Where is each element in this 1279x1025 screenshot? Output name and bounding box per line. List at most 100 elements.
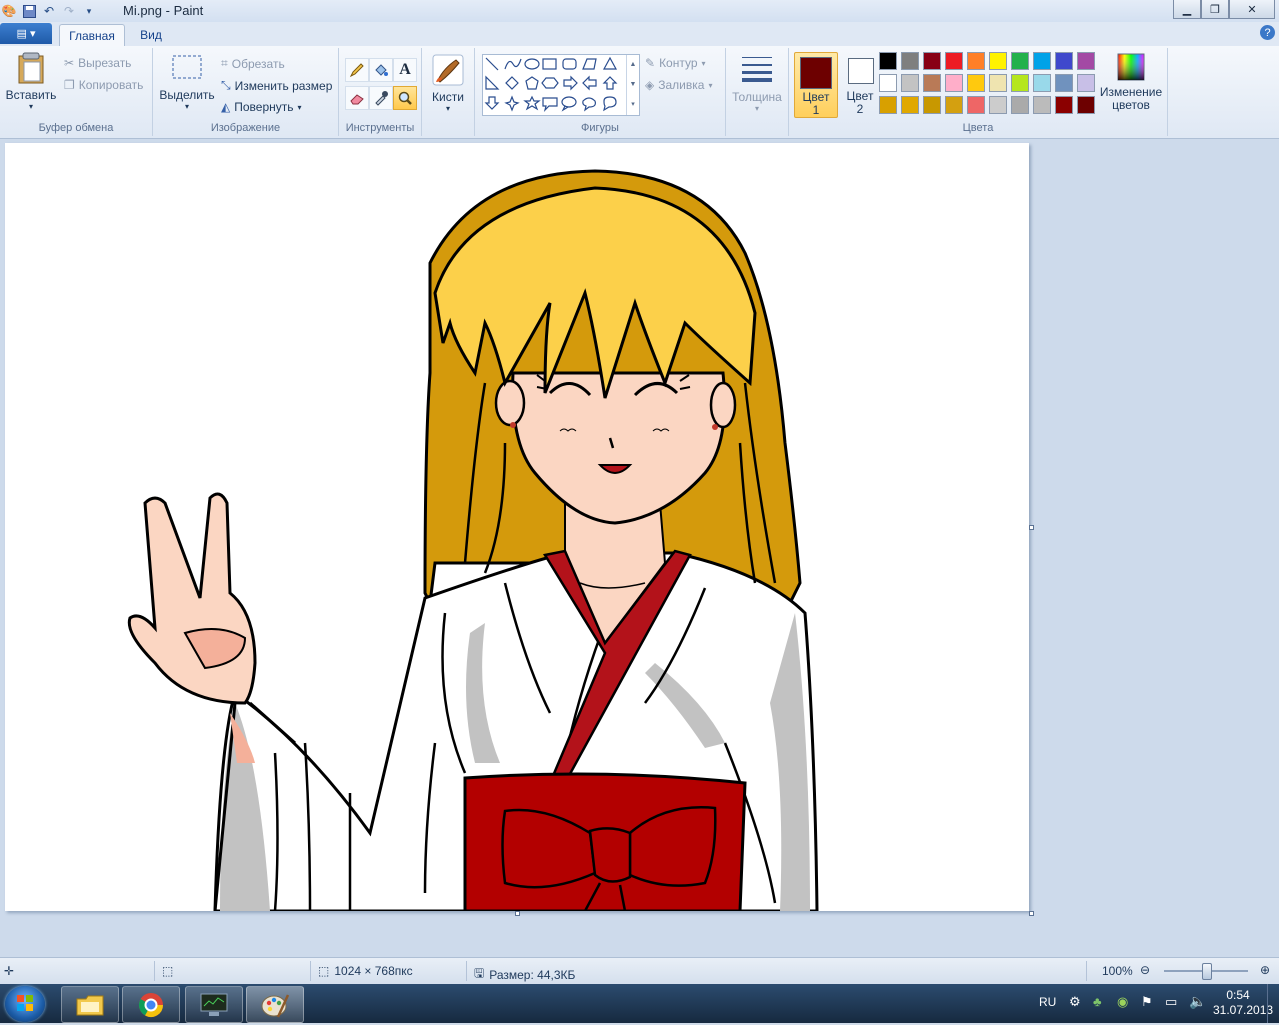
fill-button[interactable]: ◈ Заливка ▾ <box>645 78 712 92</box>
file-menu-button[interactable]: ▤ ▾ <box>0 23 52 44</box>
select-button[interactable]: Выделить ▾ <box>159 52 215 111</box>
palette-swatch[interactable] <box>879 96 897 114</box>
palette-swatch[interactable] <box>923 96 941 114</box>
palette-swatch[interactable] <box>901 74 919 92</box>
palette-swatch[interactable] <box>967 96 985 114</box>
palette-swatch[interactable] <box>1077 52 1095 70</box>
palette-swatch[interactable] <box>945 52 963 70</box>
resize-handle-corner[interactable] <box>1029 911 1034 916</box>
eraser-icon[interactable] <box>345 86 369 110</box>
drawing-canvas[interactable] <box>5 143 1029 911</box>
taskbar-explorer[interactable] <box>61 986 119 1023</box>
fill-icon: ◈ <box>645 78 655 92</box>
text-tool-icon[interactable]: A <box>393 58 417 82</box>
resize-icon: ⤡ <box>221 78 231 92</box>
paste-button[interactable]: Вставить ▾ <box>4 52 58 111</box>
taskbar-monitor[interactable] <box>185 986 243 1023</box>
palette-swatch[interactable] <box>989 74 1007 92</box>
cut-button[interactable]: ✂ Вырезать <box>64 56 131 70</box>
fill-bucket-icon[interactable] <box>369 58 393 82</box>
zoom-out-button[interactable]: ⊖ <box>1140 963 1150 977</box>
tab-home[interactable]: Главная <box>59 24 125 47</box>
palette-swatch[interactable] <box>1055 96 1073 114</box>
zoom-slider-thumb[interactable] <box>1202 963 1212 980</box>
zoom-in-button[interactable]: ⊕ <box>1260 963 1270 977</box>
brushes-button[interactable]: Кисти ▾ <box>428 54 468 113</box>
pencil-icon[interactable] <box>345 58 369 82</box>
palette-swatch[interactable] <box>945 74 963 92</box>
palette-swatch[interactable] <box>945 96 963 114</box>
tools-group: A Инструменты <box>339 48 422 136</box>
paste-dropdown-icon: ▾ <box>28 102 33 111</box>
palette-swatch[interactable] <box>967 52 985 70</box>
color-spectrum-icon <box>1117 53 1145 81</box>
rotate-label: Повернуть <box>234 100 294 114</box>
color-picker-icon[interactable] <box>369 86 393 110</box>
save-icon[interactable] <box>20 2 38 20</box>
palette-swatch[interactable] <box>923 52 941 70</box>
palette-swatch[interactable] <box>901 96 919 114</box>
minimize-button[interactable]: ▁ <box>1173 0 1201 19</box>
resize-handle-bottom[interactable] <box>515 911 520 916</box>
palette-swatch[interactable] <box>1033 96 1051 114</box>
taskbar-chrome[interactable] <box>122 986 180 1023</box>
paste-label: Вставить <box>5 88 57 102</box>
palette-swatch[interactable] <box>879 74 897 92</box>
customize-qat-icon[interactable]: ▾ <box>80 2 98 20</box>
resize-button[interactable]: ⤡ Изменить размер <box>221 78 332 93</box>
color1-label: Цвет <box>802 90 830 104</box>
palette-swatch[interactable] <box>1011 96 1029 114</box>
palette-swatch[interactable] <box>989 96 1007 114</box>
show-desktop-button[interactable] <box>1267 984 1279 1023</box>
tab-view[interactable]: Вид <box>130 24 172 46</box>
rotate-button[interactable]: ◭ Повернуть ▾ <box>221 100 302 114</box>
palette-swatch[interactable] <box>923 74 941 92</box>
crop-button[interactable]: ⌗ Обрезать <box>221 56 285 71</box>
app-tray-icon[interactable]: ♣ <box>1093 994 1102 1009</box>
redo-icon[interactable]: ↷ <box>60 2 78 20</box>
palette-swatch[interactable] <box>989 52 1007 70</box>
palette-swatch[interactable] <box>967 74 985 92</box>
start-button[interactable] <box>5 986 45 1022</box>
line-thickness-icon <box>742 57 772 82</box>
undo-icon[interactable]: ↶ <box>40 2 58 20</box>
edit-colors-button[interactable]: Изменение цветов <box>1099 52 1163 112</box>
steam-icon[interactable]: ⚙ <box>1069 994 1081 1010</box>
color1-button[interactable]: Цвет 1 <box>794 52 838 118</box>
taskbar-paint[interactable] <box>246 986 304 1023</box>
zoom-level: 100% <box>1102 964 1133 978</box>
help-icon[interactable]: ? <box>1260 25 1275 40</box>
volume-icon[interactable]: 🔈 <box>1189 993 1206 1010</box>
network-icon[interactable]: ▭ <box>1165 994 1177 1010</box>
palette-swatch[interactable] <box>1055 74 1073 92</box>
action-center-icon[interactable]: ⚑ <box>1141 994 1153 1010</box>
image-dimensions-text: 1024 × 768пкс <box>334 964 413 978</box>
copy-button[interactable]: ❐ Копировать <box>64 78 143 92</box>
close-button[interactable]: ✕ <box>1229 0 1275 19</box>
utorrent-icon[interactable]: ◉ <box>1117 994 1128 1010</box>
palette-swatch[interactable] <box>1011 74 1029 92</box>
palette-swatch[interactable] <box>901 52 919 70</box>
palette-swatch[interactable] <box>879 52 897 70</box>
palette-swatch[interactable] <box>1033 52 1051 70</box>
palette-swatch[interactable] <box>1033 74 1051 92</box>
palette-swatch[interactable] <box>1077 74 1095 92</box>
magnifier-icon[interactable] <box>393 86 417 110</box>
selection-rectangle-icon <box>172 55 202 79</box>
size-button[interactable]: Толщина ▾ <box>732 54 782 113</box>
language-indicator[interactable]: RU <box>1039 995 1056 1009</box>
paint-app-icon[interactable]: 🎨 <box>0 2 18 20</box>
paint-palette-icon <box>261 993 290 1018</box>
color2-button[interactable]: Цвет 2 <box>842 52 884 116</box>
clock[interactable]: 0:54 31.07.2013 <box>1213 988 1273 1018</box>
palette-swatch[interactable] <box>1055 52 1073 70</box>
shapes-group-label: Фигуры <box>581 122 619 134</box>
shapes-scroll[interactable]: ▲ ▼ ▾ <box>626 55 639 115</box>
resize-handle-right[interactable] <box>1029 525 1034 530</box>
brushes-dropdown-icon: ▾ <box>445 104 450 113</box>
palette-swatch[interactable] <box>1077 96 1095 114</box>
maximize-button[interactable]: ❐ <box>1201 0 1229 19</box>
brushes-label: Кисти <box>432 90 464 104</box>
palette-swatch[interactable] <box>1011 52 1029 70</box>
outline-button[interactable]: ✎ Контур ▾ <box>645 56 706 70</box>
